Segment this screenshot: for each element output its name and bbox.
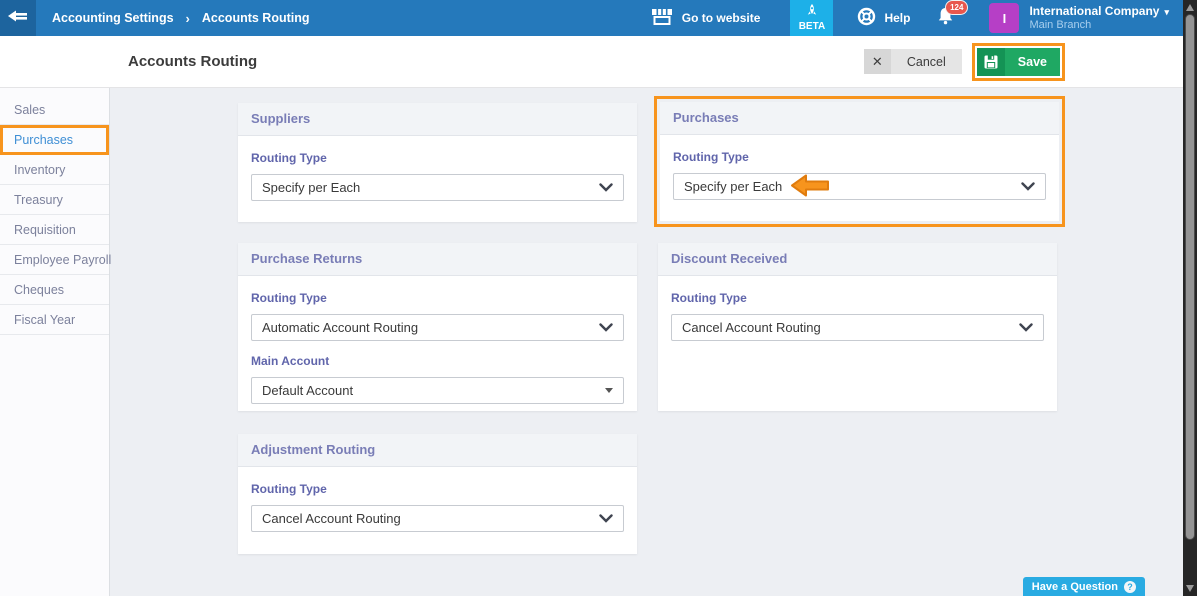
- annotation-arrow-left-icon: [790, 174, 830, 200]
- lifebuoy-help-icon: [857, 7, 876, 29]
- have-a-question-button[interactable]: Have a Question ?: [1023, 577, 1145, 596]
- have-a-question-label: Have a Question: [1032, 581, 1118, 593]
- sidebar-item-requisition[interactable]: Requisition: [0, 215, 109, 245]
- main-content: Suppliers Routing Type Specify per Each …: [111, 88, 1183, 596]
- breadcrumb-accounting-settings[interactable]: Accounting Settings: [52, 11, 174, 25]
- discount-received-routing-type-value: Cancel Account Routing: [682, 320, 821, 335]
- purchase-returns-main-account-value: Default Account: [262, 383, 353, 398]
- caret-down-icon: [605, 388, 613, 393]
- rocket-icon: [806, 4, 818, 20]
- scroll-up-arrow-icon[interactable]: [1186, 4, 1194, 11]
- page-toolbar: Accounts Routing ✕ Cancel Save: [0, 36, 1183, 88]
- purchases-card: Purchases Routing Type Specify per Each: [660, 102, 1059, 221]
- breadcrumb: Accounting Settings › Accounts Routing: [52, 11, 310, 26]
- purchase-returns-routing-type-select[interactable]: Automatic Account Routing: [251, 314, 624, 341]
- scroll-down-arrow-icon[interactable]: [1186, 585, 1194, 592]
- adjustment-routing-card-title: Adjustment Routing: [238, 434, 637, 467]
- sidebar-item-sales[interactable]: Sales: [0, 95, 109, 125]
- vertical-scrollbar[interactable]: [1183, 0, 1197, 596]
- chevron-down-icon: [1019, 323, 1033, 332]
- purchase-returns-routing-type-label: Routing Type: [251, 291, 624, 305]
- suppliers-card-title: Suppliers: [238, 103, 637, 136]
- purchase-returns-main-account-label: Main Account: [251, 354, 624, 368]
- company-avatar[interactable]: I: [989, 3, 1019, 33]
- beta-badge: BETA: [790, 0, 833, 36]
- purchases-routing-type-value: Specify per Each: [684, 179, 782, 194]
- purchase-returns-card: Purchase Returns Routing Type Automatic …: [238, 243, 637, 411]
- company-initial: I: [1003, 11, 1007, 26]
- cancel-button-label: Cancel: [891, 49, 962, 74]
- chevron-down-icon: [1021, 182, 1035, 191]
- body-area: Sales Purchases Inventory Treasury Requi…: [0, 88, 1183, 596]
- suppliers-card: Suppliers Routing Type Specify per Each: [238, 103, 637, 222]
- purchases-card-title: Purchases: [660, 102, 1059, 135]
- go-to-website-link[interactable]: Go to website: [651, 8, 761, 28]
- sidebar-item-purchases[interactable]: Purchases: [0, 125, 109, 155]
- notifications-count-badge: 124: [945, 0, 968, 15]
- discount-received-card-title: Discount Received: [658, 243, 1057, 276]
- company-name: International Company: [1029, 4, 1159, 18]
- purchases-routing-type-select[interactable]: Specify per Each: [673, 173, 1046, 200]
- discount-received-routing-type-select[interactable]: Cancel Account Routing: [671, 314, 1044, 341]
- collapse-menu-icon: [8, 8, 28, 29]
- discount-received-card: Discount Received Routing Type Cancel Ac…: [658, 243, 1057, 411]
- breadcrumb-separator-icon: ›: [186, 11, 190, 26]
- collapse-menu-button[interactable]: [0, 0, 36, 36]
- adjustment-routing-type-value: Cancel Account Routing: [262, 511, 401, 526]
- question-mark-icon: ?: [1124, 581, 1136, 593]
- beta-label: BETA: [799, 21, 825, 32]
- chevron-down-icon: [599, 323, 613, 332]
- page-title: Accounts Routing: [128, 53, 257, 70]
- settings-sidebar: Sales Purchases Inventory Treasury Requi…: [0, 88, 110, 596]
- sidebar-item-cheques[interactable]: Cheques: [0, 275, 109, 305]
- sidebar-item-inventory[interactable]: Inventory: [0, 155, 109, 185]
- cancel-button[interactable]: ✕ Cancel: [864, 49, 962, 74]
- sidebar-item-employee-payroll[interactable]: Employee Payroll: [0, 245, 109, 275]
- save-disk-icon: [977, 48, 1005, 76]
- chevron-down-icon: [599, 183, 613, 192]
- notifications-button[interactable]: 124: [936, 7, 955, 30]
- scrollbar-thumb[interactable]: [1185, 14, 1195, 540]
- sidebar-item-fiscal-year[interactable]: Fiscal Year: [0, 305, 109, 335]
- top-header: Accounting Settings › Accounts Routing G…: [0, 0, 1183, 36]
- storefront-icon: [651, 8, 673, 28]
- purchases-routing-type-label: Routing Type: [673, 150, 1046, 164]
- purchase-returns-card-title: Purchase Returns: [238, 243, 637, 276]
- breadcrumb-accounts-routing[interactable]: Accounts Routing: [202, 11, 310, 25]
- help-button[interactable]: Help: [857, 7, 910, 29]
- adjustment-routing-type-label: Routing Type: [251, 482, 624, 496]
- help-label: Help: [884, 11, 910, 25]
- chevron-down-icon: [599, 514, 613, 523]
- company-branch: Main Branch: [1029, 19, 1169, 33]
- adjustment-routing-type-select[interactable]: Cancel Account Routing: [251, 505, 624, 532]
- go-to-website-label: Go to website: [682, 11, 761, 25]
- close-icon: ✕: [864, 49, 891, 74]
- save-button-label: Save: [1005, 48, 1060, 76]
- suppliers-routing-type-label: Routing Type: [251, 151, 624, 165]
- adjustment-routing-card: Adjustment Routing Routing Type Cancel A…: [238, 434, 637, 554]
- company-menu[interactable]: International Company ▾ Main Branch: [1029, 4, 1169, 33]
- sidebar-item-treasury[interactable]: Treasury: [0, 185, 109, 215]
- purchases-card-highlight: Purchases Routing Type Specify per Each: [654, 96, 1065, 227]
- save-button-highlight: Save: [972, 43, 1065, 81]
- purchase-returns-routing-type-value: Automatic Account Routing: [262, 320, 418, 335]
- suppliers-routing-type-value: Specify per Each: [262, 180, 360, 195]
- save-button[interactable]: Save: [977, 48, 1060, 76]
- purchase-returns-main-account-select[interactable]: Default Account: [251, 377, 624, 404]
- chevron-down-icon: ▾: [1164, 7, 1169, 17]
- suppliers-routing-type-select[interactable]: Specify per Each: [251, 174, 624, 201]
- discount-received-routing-type-label: Routing Type: [671, 291, 1044, 305]
